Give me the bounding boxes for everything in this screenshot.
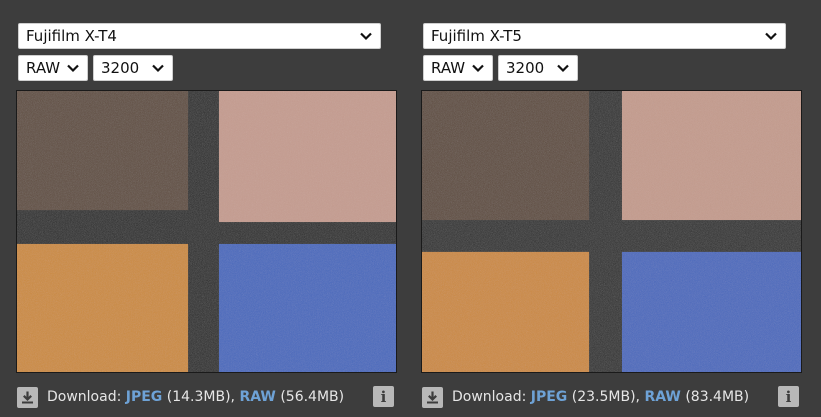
info-icon[interactable]: i — [373, 386, 394, 407]
chevron-down-icon — [67, 64, 79, 73]
download-text: Download: JPEG (23.5MB), RAW (83.4MB) — [452, 389, 749, 405]
patch-brown — [17, 91, 189, 211]
download-label: Download: — [452, 389, 527, 405]
patch-pink — [621, 91, 801, 221]
camera-select[interactable]: Fujifilm X-T4 — [18, 23, 381, 49]
format-select[interactable]: RAW — [18, 55, 88, 81]
patch-orange — [422, 251, 590, 372]
chevron-down-icon — [765, 32, 777, 41]
download-row: Download: JPEG (14.3MB), RAW (56.4MB) i — [16, 384, 398, 410]
sample-image[interactable] — [16, 90, 397, 373]
patch-orange — [17, 243, 189, 372]
download-jpeg-link[interactable]: JPEG — [126, 389, 163, 405]
camera-select-value: Fujifilm X-T5 — [431, 27, 522, 45]
raw-file-size: (83.4MB) — [685, 389, 750, 405]
download-icon[interactable] — [422, 386, 443, 408]
info-icon[interactable]: i — [778, 386, 799, 407]
format-select[interactable]: RAW — [423, 55, 493, 81]
chevron-down-icon — [557, 64, 569, 73]
iso-select[interactable]: 3200 — [93, 55, 173, 81]
camera-select-value: Fujifilm X-T4 — [26, 27, 117, 45]
download-label: Download: — [47, 389, 122, 405]
color-checker-crop — [422, 91, 801, 372]
comparison-panel-right: Fujifilm X-T5 RAW 3200 Download: JPEG (2… — [421, 0, 803, 417]
chevron-down-icon — [152, 64, 164, 73]
patch-blue — [621, 251, 801, 372]
format-select-value: RAW — [26, 59, 61, 77]
comparison-panel-left: Fujifilm X-T4 RAW 3200 Download: JPEG (1… — [16, 0, 398, 417]
iso-select-value: 3200 — [506, 59, 545, 77]
jpeg-file-size: (23.5MB), — [571, 389, 640, 405]
download-jpeg-link[interactable]: JPEG — [531, 389, 568, 405]
sample-image[interactable] — [421, 90, 802, 373]
patch-pink — [218, 91, 396, 223]
chevron-down-icon — [472, 64, 484, 73]
patch-blue — [218, 243, 396, 372]
download-raw-link[interactable]: RAW — [644, 389, 680, 405]
format-select-value: RAW — [431, 59, 466, 77]
download-icon[interactable] — [17, 386, 38, 408]
color-checker-crop — [17, 91, 396, 372]
camera-select[interactable]: Fujifilm X-T5 — [423, 23, 786, 49]
raw-file-size: (56.4MB) — [280, 389, 345, 405]
jpeg-file-size: (14.3MB), — [166, 389, 235, 405]
download-raw-link[interactable]: RAW — [239, 389, 275, 405]
iso-select-value: 3200 — [101, 59, 140, 77]
chevron-down-icon — [360, 32, 372, 41]
iso-select[interactable]: 3200 — [498, 55, 578, 81]
download-text: Download: JPEG (14.3MB), RAW (56.4MB) — [47, 389, 344, 405]
patch-brown — [422, 91, 590, 221]
download-row: Download: JPEG (23.5MB), RAW (83.4MB) i — [421, 384, 803, 410]
